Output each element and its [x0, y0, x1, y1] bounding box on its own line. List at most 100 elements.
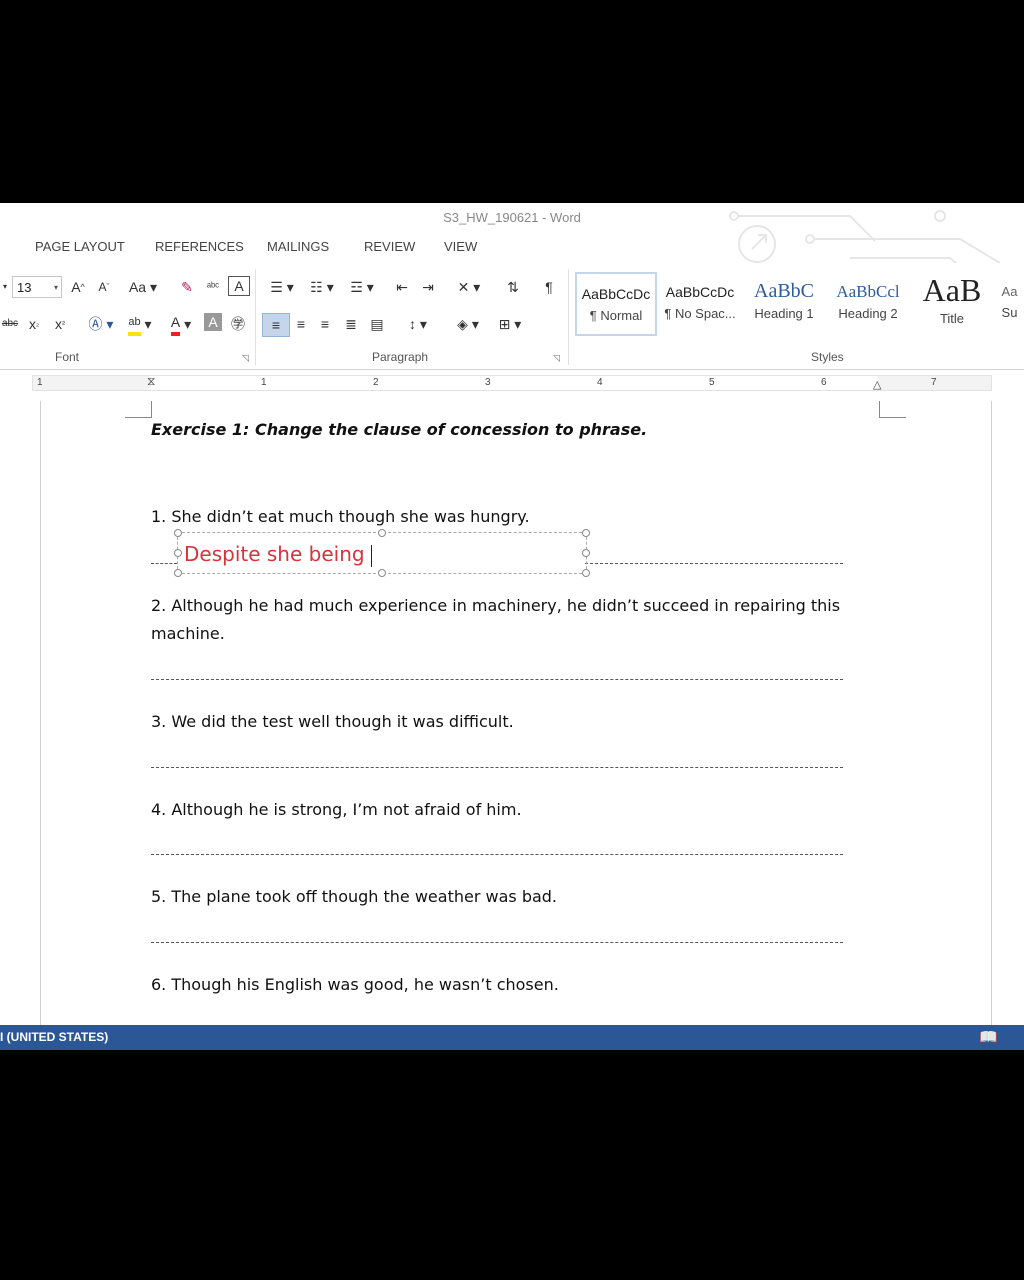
style-name: Heading 2	[838, 306, 898, 321]
subscript-icon[interactable]: x₂	[24, 313, 44, 335]
grow-font-icon[interactable]: A ^	[68, 276, 88, 298]
align-left-icon[interactable]: ≡	[262, 313, 290, 337]
style-subtitle[interactable]: Aa Su	[995, 272, 1024, 336]
style-preview: AaBbCcDc	[581, 286, 651, 302]
question-4: 4. Although he is strong, I’m not afraid…	[151, 800, 522, 819]
highlight-color-icon[interactable]: ab ▾	[122, 313, 158, 336]
style-preview: AaBbCcDc	[665, 284, 735, 300]
ruler-number: 1	[261, 377, 267, 388]
justify-icon[interactable]: ≣	[340, 313, 362, 335]
left-indent-marker-icon[interactable]: ⧖	[147, 374, 155, 388]
tab-references[interactable]: REFERENCES	[155, 239, 244, 254]
tab-review[interactable]: REVIEW	[364, 239, 415, 254]
font-name-dropdown-icon[interactable]: ▾	[0, 276, 10, 298]
ruler-number: 7	[931, 377, 937, 388]
document-canvas[interactable]: Exercise 1: Change the clause of concess…	[0, 391, 1024, 1041]
crop-mark	[125, 401, 152, 418]
character-border-icon[interactable]: A	[228, 276, 250, 296]
paragraph-group-label: Paragraph	[372, 350, 429, 364]
style-name: Title	[939, 311, 965, 326]
group-divider	[568, 269, 569, 365]
styles-gallery: AaBbCcDc ¶ Normal AaBbCcDc ¶ No Spac... …	[575, 268, 1024, 340]
exercise-heading: Exercise 1: Change the clause of concess…	[151, 420, 648, 439]
ruler-number: 5	[709, 377, 715, 388]
chevron-down-icon: ▾	[53, 283, 58, 292]
clear-formatting-icon[interactable]: ✎	[176, 276, 198, 298]
style-name: ¶ No Spac...	[664, 306, 736, 321]
style-name: Su	[1001, 305, 1018, 320]
right-indent-marker-icon[interactable]: △	[873, 378, 881, 392]
ruler-number: 4	[597, 377, 603, 388]
ribbon-tabs: PAGE LAYOUT REFERENCES MAILINGS REVIEW V…	[0, 233, 1024, 259]
superscript-icon[interactable]: x²	[50, 313, 70, 335]
font-dialog-launcher-icon[interactable]: ◹	[242, 353, 249, 364]
tab-view[interactable]: VIEW	[444, 239, 477, 254]
shrink-font-icon[interactable]: Aˇ	[94, 276, 114, 298]
distributed-icon[interactable]: ▤	[366, 313, 388, 335]
answer-line-1: Despite she being	[151, 529, 843, 577]
enclose-characters-icon[interactable]: ㊫	[228, 313, 248, 335]
tab-mailings[interactable]: MAILINGS	[267, 239, 329, 254]
answer-typed: Despite she being	[184, 542, 365, 566]
horizontal-ruler[interactable]: 1 1 2 3 4 5 6 7 ⧖ △	[32, 374, 992, 392]
ruler-number: 3	[485, 377, 491, 388]
sort-icon[interactable]: ⇅	[502, 276, 524, 298]
numbering-icon[interactable]: ☷ ▾	[304, 276, 340, 298]
resize-handle[interactable]	[174, 569, 182, 577]
style-preview: AaBbC	[754, 280, 814, 302]
dashed-line	[151, 679, 843, 680]
question-1: 1. She didn’t eat much though she was hu…	[151, 507, 530, 526]
multilevel-list-icon[interactable]: ☲ ▾	[344, 276, 380, 298]
resize-handle[interactable]	[378, 569, 386, 577]
strikethrough-icon[interactable]: abc	[0, 313, 20, 335]
asian-layout-icon[interactable]: ✕ ▾	[452, 276, 486, 298]
style-preview: AaB	[922, 272, 982, 308]
font-color-icon[interactable]: A ▾	[164, 313, 198, 336]
style-no-spacing[interactable]: AaBbCcDc ¶ No Spac...	[659, 272, 741, 336]
resize-handle[interactable]	[174, 549, 182, 557]
character-shading-icon[interactable]: A	[204, 313, 222, 331]
resize-handle[interactable]	[582, 549, 590, 557]
dashed-line	[151, 767, 843, 768]
word-window: S3_HW_190621 - Word PAGE LAYOUT REFERENC…	[0, 203, 1024, 1050]
bullets-icon[interactable]: ☰ ▾	[264, 276, 300, 298]
paragraph-dialog-launcher-icon[interactable]: ◹	[553, 353, 560, 364]
status-bar: I (UNITED STATES) 📖	[0, 1025, 1024, 1050]
style-heading-1[interactable]: AaBbC Heading 1	[743, 272, 825, 336]
decrease-indent-icon[interactable]: ⇤	[392, 276, 412, 298]
increase-indent-icon[interactable]: ⇥	[418, 276, 438, 298]
line-spacing-icon[interactable]: ↕ ▾	[400, 313, 436, 335]
language-indicator[interactable]: I (UNITED STATES)	[0, 1025, 108, 1050]
shading-icon[interactable]: ◈ ▾	[450, 313, 486, 335]
text-effects-icon[interactable]: Ⓐ ▾	[84, 313, 118, 335]
style-preview: AaBbCcl	[836, 282, 900, 301]
font-size-box[interactable]: 13 ▾	[12, 276, 62, 298]
style-title[interactable]: AaB Title	[911, 272, 993, 336]
font-group-label: Font	[55, 350, 80, 364]
question-2: 2. Although he had much experience in ma…	[151, 596, 841, 643]
resize-handle[interactable]	[174, 529, 182, 537]
align-center-icon[interactable]: ≡	[290, 313, 312, 335]
style-name: Heading 1	[754, 306, 814, 321]
show-formatting-marks-icon[interactable]: ¶	[538, 276, 560, 298]
answer-input-text[interactable]: Despite she being	[184, 542, 372, 567]
tab-page-layout[interactable]: PAGE LAYOUT	[35, 239, 125, 254]
borders-icon[interactable]: ⊞ ▾	[492, 313, 528, 335]
dashed-line	[151, 854, 843, 855]
change-case-icon[interactable]: Aa ▾	[126, 276, 160, 298]
resize-handle[interactable]	[582, 529, 590, 537]
phonetic-guide-icon[interactable]: ᵃᵇᶜ	[202, 276, 224, 298]
font-size-value: 13	[17, 280, 32, 295]
dashed-line	[585, 563, 843, 564]
style-normal[interactable]: AaBbCcDc ¶ Normal	[575, 272, 657, 336]
dashed-line	[151, 942, 843, 943]
resize-handle[interactable]	[378, 529, 386, 537]
styles-group-label: Styles	[811, 350, 844, 364]
align-right-icon[interactable]: ≡	[314, 313, 336, 335]
read-mode-icon[interactable]: 📖	[979, 1025, 998, 1050]
style-heading-2[interactable]: AaBbCcl Heading 2	[827, 272, 909, 336]
ruler-number: 6	[821, 377, 827, 388]
resize-handle[interactable]	[582, 569, 590, 577]
question-5: 5. The plane took off though the weather…	[151, 887, 558, 906]
ruler-number: 2	[373, 377, 379, 388]
